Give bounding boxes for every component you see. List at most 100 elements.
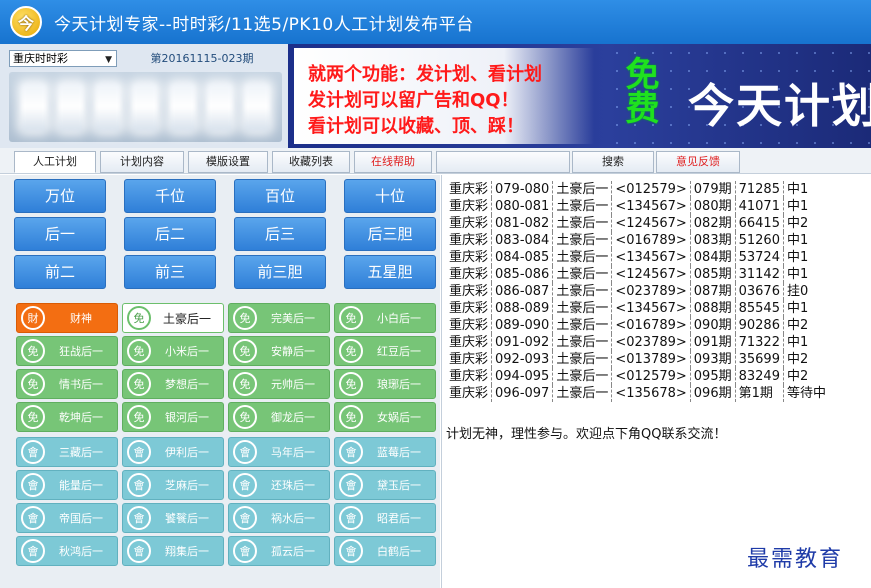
plan-button[interactable]: 會 能量后一	[16, 470, 118, 500]
period-range-cell: 089-090	[491, 317, 553, 334]
title-bar: 今 今天计划专家--时时彩/11选5/PK10人工计划发布平台	[0, 0, 871, 44]
plan-button[interactable]: 會 秋鸿后一	[16, 536, 118, 566]
status-cell: 中2	[782, 215, 829, 232]
banner-free-text: 免费	[619, 56, 659, 124]
plan-button[interactable]: 免 元帅后一	[228, 369, 330, 399]
banner-line-3: 看计划可以收藏、顶、踩！	[308, 116, 524, 137]
plan-label: 还珠后一	[271, 479, 315, 492]
lottery-cell: 重庆彩	[449, 352, 489, 367]
lottery-select[interactable]: 重庆时时彩 ▼	[9, 50, 117, 67]
plan-button[interactable]: 會 昭君后一	[334, 503, 436, 533]
plan-button[interactable]: 免 女娲后一	[334, 402, 436, 432]
plan-button[interactable]: 會 翔集后一	[122, 536, 224, 566]
plan-button[interactable]: 財 财神	[16, 303, 118, 333]
plan-label: 孤云后一	[271, 545, 315, 558]
window-title: 今天计划专家--时时彩/11选5/PK10人工计划发布平台	[54, 14, 474, 35]
period-range-cell: 080-081	[491, 198, 553, 215]
draw-period-cell: 088期	[689, 300, 736, 317]
position-button[interactable]: 后三胆	[344, 217, 436, 251]
status-cell: 中1	[782, 300, 829, 317]
tab-manual-plan[interactable]: 人工计划	[14, 151, 96, 173]
plan-button[interactable]: 免 完美后一	[228, 303, 330, 333]
numbers-cell: <134567>	[611, 249, 691, 266]
position-button[interactable]: 前三	[124, 255, 216, 289]
position-button[interactable]: 千位	[124, 179, 216, 213]
search-button[interactable]: 搜索	[572, 151, 654, 173]
member-icon: 會	[233, 506, 257, 530]
member-icon: 會	[339, 440, 363, 464]
feedback-button[interactable]: 意见反馈	[656, 151, 740, 173]
plan-label: 银河后一	[165, 411, 209, 424]
table-row: 重庆彩 086-087 土豪后一 <023789> 087期 03676 挂0	[446, 283, 829, 300]
plan-button[interactable]: 免 情书后一	[16, 369, 118, 399]
status-cell: 中1	[782, 232, 829, 249]
plan-button[interactable]: 免 狂战后一	[16, 336, 118, 366]
lottery-cell: 重庆彩	[449, 301, 489, 316]
lottery-cell: 重庆彩	[449, 182, 489, 197]
position-button[interactable]: 后二	[124, 217, 216, 251]
draw-digit	[132, 83, 159, 131]
position-button[interactable]: 百位	[234, 179, 326, 213]
plan-button[interactable]: 會 帝国后一	[16, 503, 118, 533]
plan-button[interactable]: 免 小米后一	[122, 336, 224, 366]
tab-plan-content[interactable]: 计划内容	[100, 151, 184, 173]
numbers-cell: <023789>	[611, 283, 691, 300]
status-cell: 中1	[782, 334, 829, 351]
plan-button[interactable]: 免 银河后一	[122, 402, 224, 432]
result-cell: 35699	[734, 351, 784, 368]
position-button[interactable]: 后一	[14, 217, 106, 251]
position-button[interactable]: 万位	[14, 179, 106, 213]
tab-favorites[interactable]: 收藏列表	[272, 151, 350, 173]
draw-period-cell: 087期	[689, 283, 736, 300]
position-button[interactable]: 前二	[14, 255, 106, 289]
lottery-cell: 重庆彩	[449, 369, 489, 384]
position-button[interactable]: 五星胆	[344, 255, 436, 289]
numbers-cell: <012579>	[611, 181, 691, 198]
plan-button[interactable]: 會 饕餮后一	[122, 503, 224, 533]
plan-button[interactable]: 會 伊利后一	[122, 437, 224, 467]
draw-period-cell: 091期	[689, 334, 736, 351]
free-icon: 免	[233, 405, 257, 429]
plan-label: 三藏后一	[59, 446, 103, 459]
search-input[interactable]	[436, 151, 570, 173]
plan-button[interactable]: 會 芝麻后一	[122, 470, 224, 500]
position-button[interactable]: 十位	[344, 179, 436, 213]
plan-button[interactable]: 免 梦想后一	[122, 369, 224, 399]
plan-button[interactable]: 會 马年后一	[228, 437, 330, 467]
position-button[interactable]: 前三胆	[234, 255, 326, 289]
plan-button[interactable]: 免土豪后一	[122, 303, 224, 333]
result-cell: 85545	[734, 300, 784, 317]
period-range-cell: 096-097	[491, 385, 553, 402]
plan-button[interactable]: 會 还珠后一	[228, 470, 330, 500]
plan-button[interactable]: 會 三藏后一	[16, 437, 118, 467]
result-cell: 53724	[734, 249, 784, 266]
table-row: 重庆彩 079-080 土豪后一 <012579> 079期 71285 中1	[446, 181, 829, 198]
draw-digit	[57, 83, 84, 131]
plan-button[interactable]: 會 白鹤后一	[334, 536, 436, 566]
plan-button[interactable]: 會 孤云后一	[228, 536, 330, 566]
plan-button[interactable]: 免 小白后一	[334, 303, 436, 333]
plan-label: 祸水后一	[271, 512, 315, 525]
plan-button[interactable]: 會 黛玉后一	[334, 470, 436, 500]
member-icon: 會	[233, 440, 257, 464]
draw-period-cell: 090期	[689, 317, 736, 334]
plan-button[interactable]: 免 御龙后一	[228, 402, 330, 432]
plan-button[interactable]: 會 祸水后一	[228, 503, 330, 533]
tab-template-settings[interactable]: 模版设置	[188, 151, 268, 173]
plan-button[interactable]: 會 蓝莓后一	[334, 437, 436, 467]
status-cell: 中2	[782, 351, 829, 368]
ad-banner[interactable]: 就两个功能：发计划、看计划 发计划可以留广告和QQ！ 看计划可以收藏、顶、踩！ …	[288, 44, 871, 148]
tab-online-help[interactable]: 在线帮助	[354, 151, 432, 173]
watermark-text: 最需教育	[747, 547, 844, 572]
plan-button[interactable]: 免 琅琊后一	[334, 369, 436, 399]
chevron-down-icon[interactable]: ▼	[105, 53, 112, 68]
position-button[interactable]: 后三	[234, 217, 326, 251]
plan-button[interactable]: 免 乾坤后一	[16, 402, 118, 432]
lottery-cell: 重庆彩	[449, 250, 489, 265]
numbers-cell: <124567>	[611, 215, 691, 232]
period-label: 第20161115-023期	[122, 50, 282, 67]
result-cell: 51260	[734, 232, 784, 249]
plan-button[interactable]: 免 安静后一	[228, 336, 330, 366]
plan-label: 红豆后一	[377, 345, 421, 358]
plan-button[interactable]: 免 红豆后一	[334, 336, 436, 366]
